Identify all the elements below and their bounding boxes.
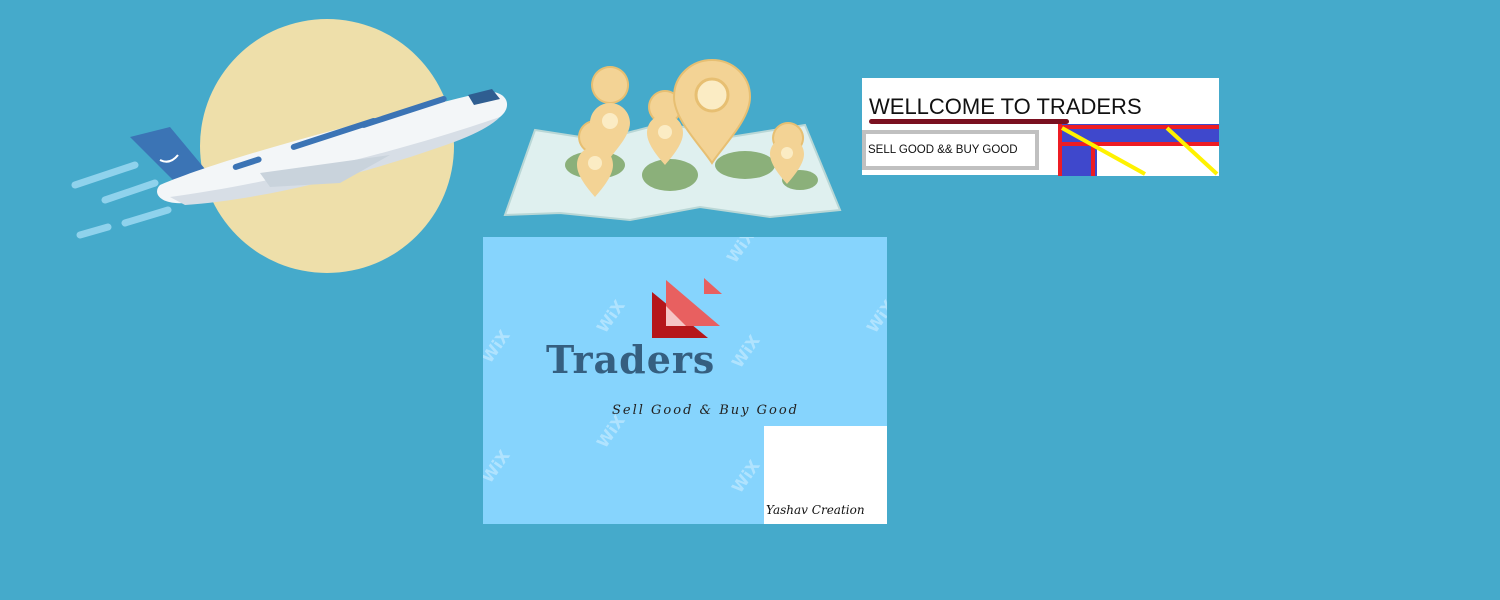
- brand-tagline: Sell Good & Buy Good: [612, 403, 800, 418]
- title-underline: [869, 119, 1069, 124]
- speed-lines: [71, 161, 172, 239]
- airplane-illustration: [71, 19, 508, 273]
- brand-name: Traders: [546, 337, 716, 382]
- traders-logo-icon: [652, 278, 722, 338]
- watermark: WiX: [722, 237, 759, 267]
- welcome-title: WELLCOME TO TRADERS: [869, 94, 1142, 119]
- watermark: WiX: [592, 296, 629, 337]
- creator-credit: Yashav Creation: [766, 503, 865, 517]
- watermark: WiX: [483, 326, 514, 367]
- watermark: WiX: [727, 331, 764, 372]
- banner-graphic: [1058, 124, 1219, 176]
- watermark: WiX: [862, 296, 887, 337]
- watermark: WiX: [727, 456, 764, 497]
- watermark: WiX: [483, 446, 514, 487]
- welcome-tagline: SELL GOOD && BUY GOOD: [868, 144, 1018, 156]
- map-pins-illustration: [503, 58, 842, 222]
